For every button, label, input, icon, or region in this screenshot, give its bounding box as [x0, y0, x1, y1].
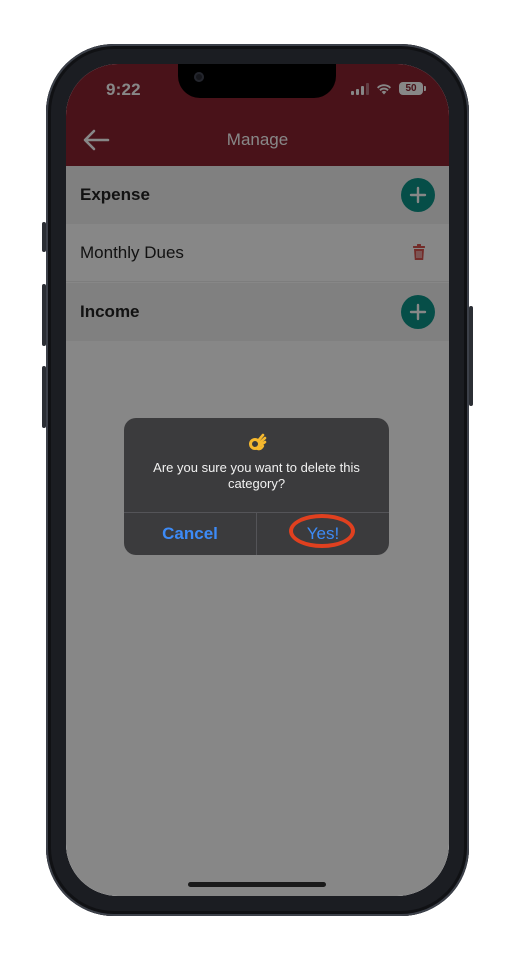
ok-hand-icon	[124, 432, 389, 457]
dialog-message: Are you sure you want to delete this cat…	[153, 460, 360, 491]
phone-screen: 9:22 50 Manage Expense Monthly Dues Inco…	[66, 64, 449, 896]
power-button	[469, 306, 473, 406]
camera-icon	[194, 72, 204, 82]
highlight-annotation	[289, 514, 355, 548]
cancel-button[interactable]: Cancel	[124, 513, 256, 555]
notch	[178, 64, 336, 98]
home-indicator	[188, 882, 326, 887]
